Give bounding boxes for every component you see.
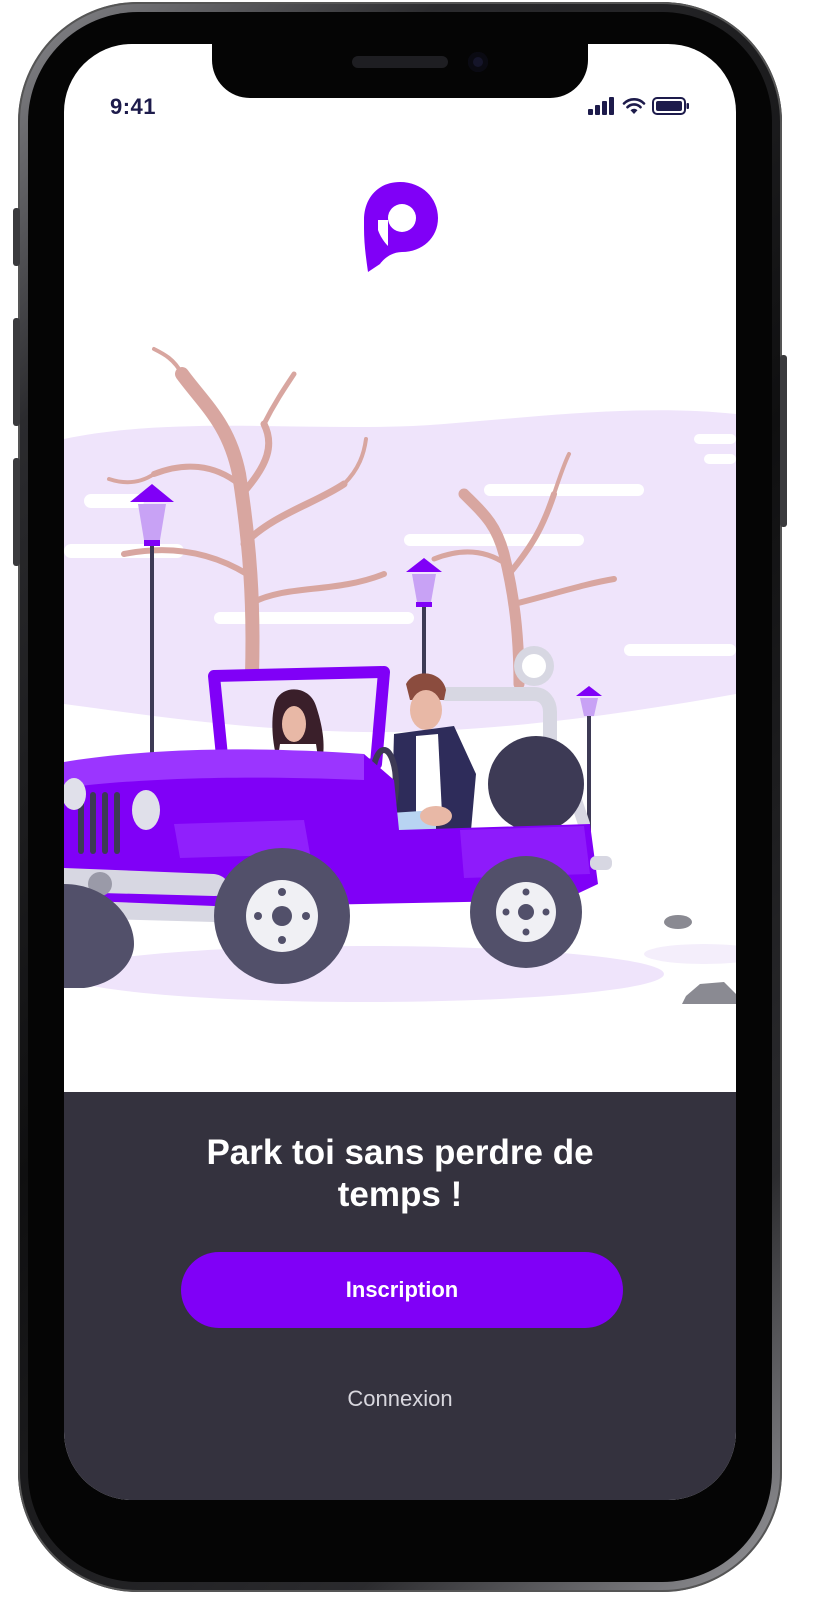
- signup-button[interactable]: Inscription: [181, 1252, 623, 1328]
- volume-up-button: [13, 318, 20, 426]
- status-icons: [588, 96, 690, 116]
- volume-down-button: [13, 458, 20, 566]
- status-time: 9:41: [110, 94, 157, 119]
- headline: Park toi sans perdre de temps !: [124, 1132, 676, 1216]
- headline-line-2: temps !: [337, 1175, 463, 1214]
- cellular-signal-icon: [588, 97, 614, 115]
- device-notch: [212, 44, 588, 98]
- speaker-grille: [352, 56, 448, 68]
- login-link[interactable]: Connexion: [300, 1386, 500, 1412]
- battery-icon: [652, 97, 689, 115]
- app-screen: 9:41 Park toi sans perdre de temps ! Ins…: [64, 44, 736, 1500]
- jeep-couple-illustration: [64, 347, 736, 1004]
- power-button: [780, 355, 787, 527]
- onboarding-panel: Park toi sans perdre de temps ! Inscript…: [64, 1092, 736, 1500]
- wifi-icon: [622, 98, 646, 114]
- parking-p-logo-icon: [364, 182, 438, 272]
- front-camera: [468, 52, 488, 72]
- headline-line-1: Park toi sans perdre de: [206, 1133, 594, 1172]
- mute-switch: [13, 208, 20, 266]
